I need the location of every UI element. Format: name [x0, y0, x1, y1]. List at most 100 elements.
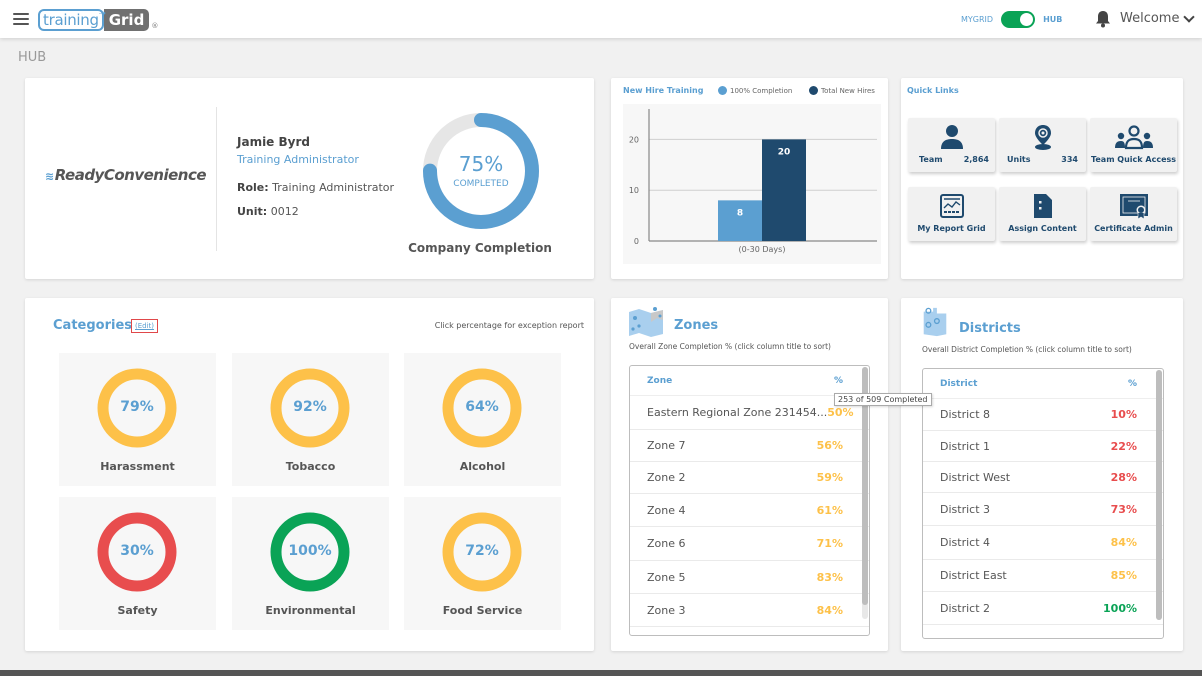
- chart-title: New Hire Training: [623, 86, 704, 95]
- legend-label: Total New Hires: [821, 86, 875, 95]
- unit-label: Unit:: [237, 205, 268, 218]
- company-completion-donut: 75% COMPLETED: [422, 112, 540, 230]
- table-row[interactable]: District 4 84%: [923, 526, 1163, 560]
- table-row[interactable]: District 1 22%: [923, 431, 1163, 462]
- x-tick-label: (0-30 Days): [739, 245, 786, 254]
- divider: [216, 107, 217, 251]
- table-row[interactable]: Zone 3 84%: [630, 594, 869, 627]
- sort-by-percent[interactable]: %: [1128, 379, 1137, 389]
- categories-hint: Click percentage for exception report: [434, 321, 584, 330]
- bar-100-completion[interactable]: [718, 200, 762, 241]
- profile-card: ≋ReadyConvenience Jamie Byrd Training Ad…: [25, 78, 594, 279]
- sort-by-district[interactable]: District: [940, 379, 977, 389]
- table-row[interactable]: District West 28%: [923, 462, 1163, 493]
- user-name: Jamie Byrd: [237, 135, 310, 149]
- table-row[interactable]: District 3 73%: [923, 493, 1163, 526]
- district-map-icon: [923, 307, 947, 337]
- category-percent[interactable]: 79%: [97, 399, 177, 415]
- brand-mark-icon: ≋: [45, 170, 54, 183]
- quick-links-card: Quick Links Team 2,864 Units 334 Team Qu…: [901, 78, 1183, 279]
- welcome-menu[interactable]: Welcome: [1120, 10, 1196, 26]
- row-name: Zone 2: [647, 471, 686, 484]
- completion-percent: 75%: [458, 152, 504, 176]
- row-name: District 2: [940, 601, 991, 615]
- category-ring: 30%: [97, 512, 177, 592]
- row-percent[interactable]: 56%: [817, 439, 843, 452]
- row-name: District 1: [940, 439, 991, 453]
- quick-link-assign-content[interactable]: Assign Content: [999, 187, 1086, 241]
- table-row[interactable]: Zone 2 59%: [630, 462, 869, 494]
- toggle-knob: [1020, 13, 1034, 26]
- category-percent[interactable]: 64%: [442, 399, 522, 415]
- table-row[interactable]: District East 85%: [923, 560, 1163, 592]
- quick-link-units[interactable]: Units 334: [999, 118, 1086, 172]
- quick-link-certificate-admin[interactable]: Certificate Admin: [1090, 187, 1177, 241]
- view-toggle[interactable]: [1001, 11, 1036, 28]
- row-name: District 4: [940, 536, 991, 549]
- row-percent[interactable]: 71%: [817, 537, 843, 550]
- row-percent[interactable]: 50%: [827, 406, 853, 419]
- table-row[interactable]: Zone 5 83%: [630, 561, 869, 594]
- logo-grid-text: Grid: [103, 9, 150, 31]
- row-percent[interactable]: 84%: [1111, 536, 1137, 549]
- category-percent[interactable]: 100%: [270, 543, 350, 559]
- page-title: HUB: [18, 50, 47, 65]
- new-hire-bar-chart: 0 10 20 8 20 (0-30 Days): [629, 109, 877, 254]
- category-ring: 92%: [270, 368, 350, 448]
- edit-categories-link[interactable]: (Edit): [131, 319, 159, 333]
- zones-card: Zones Overall Zone Completion % (click c…: [611, 298, 888, 651]
- team-count: 2,864: [963, 155, 989, 164]
- table-row[interactable]: Zone 7 56%: [630, 430, 869, 462]
- category-tile: 30% Safety: [59, 497, 216, 630]
- sort-by-percent[interactable]: %: [834, 376, 843, 386]
- quick-link-team-quick-access[interactable]: Team Quick Access: [1090, 118, 1177, 172]
- row-percent[interactable]: 22%: [1111, 440, 1137, 453]
- row-percent[interactable]: 28%: [1111, 471, 1137, 484]
- logo-registered-mark: ®: [151, 22, 159, 30]
- person-icon: [940, 125, 963, 149]
- row-percent[interactable]: 100%: [1103, 602, 1137, 615]
- logo-training-text: training ➝: [38, 9, 106, 31]
- units-count: 334: [1061, 155, 1078, 164]
- user-role: Role: Training Administrator: [237, 181, 394, 194]
- table-row[interactable]: District 8 10%: [923, 399, 1163, 431]
- districts-subtitle: Overall District Completion % (click col…: [922, 345, 1132, 354]
- districts-scrollbar[interactable]: [1156, 370, 1162, 620]
- completion-sublabel: COMPLETED: [453, 179, 509, 189]
- districts-scroll-thumb[interactable]: [1156, 370, 1162, 620]
- quick-link-my-report-grid[interactable]: My Report Grid: [908, 187, 995, 241]
- document-icon: [1033, 194, 1052, 218]
- traininggrid-logo[interactable]: training ➝ Grid ®: [38, 7, 158, 31]
- y-tick-label: 10: [629, 186, 639, 195]
- row-percent[interactable]: 83%: [817, 571, 843, 584]
- user-title: Training Administrator: [237, 153, 359, 166]
- category-tile: 100% Environmental: [232, 497, 389, 630]
- company-name: ReadyConvenience: [54, 166, 207, 184]
- bar-value-label: 20: [778, 147, 791, 157]
- quick-link-team[interactable]: Team 2,864: [908, 118, 995, 172]
- legend-item-completion[interactable]: 100% Completion: [718, 86, 792, 95]
- table-row[interactable]: District 2 100%: [923, 592, 1163, 625]
- row-percent[interactable]: 10%: [1111, 408, 1137, 421]
- row-percent[interactable]: 84%: [817, 604, 843, 617]
- menu-icon[interactable]: [13, 13, 29, 25]
- category-tile: 64% Alcohol: [404, 353, 561, 486]
- category-name: Tobacco: [285, 460, 336, 473]
- unit-value: 0012: [270, 205, 299, 218]
- bell-icon[interactable]: [1095, 10, 1111, 28]
- welcome-label: Welcome: [1120, 11, 1180, 26]
- row-percent[interactable]: 73%: [1111, 503, 1137, 516]
- row-percent[interactable]: 61%: [817, 504, 843, 517]
- category-percent[interactable]: 30%: [97, 543, 177, 559]
- districts-table-header: District %: [923, 369, 1163, 399]
- table-row[interactable]: Zone 6 71%: [630, 527, 869, 561]
- row-percent[interactable]: 85%: [1111, 569, 1137, 582]
- table-row[interactable]: Zone 4 61%: [630, 494, 869, 527]
- legend-item-total[interactable]: Total New Hires: [809, 86, 875, 95]
- sort-by-zone[interactable]: Zone: [647, 376, 672, 386]
- category-percent[interactable]: 72%: [442, 543, 522, 559]
- bar-value-label: 8: [737, 208, 743, 218]
- category-percent[interactable]: 92%: [270, 399, 350, 415]
- row-percent[interactable]: 59%: [817, 471, 843, 484]
- row-name: Zone 4: [647, 503, 686, 517]
